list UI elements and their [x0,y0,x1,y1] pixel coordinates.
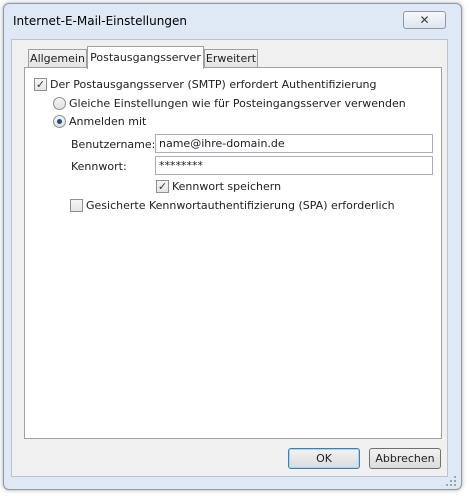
same-settings-label: Gleiche Einstellungen wie für Posteingan… [69,97,406,110]
tab-erweitert[interactable]: Erweitert [204,49,258,68]
spa-label: Gesicherte Kennwortauthentifizierung (SP… [86,199,395,212]
radio-dot-icon [57,119,62,124]
password-field[interactable]: ******** [155,156,433,175]
close-button[interactable]: ✕ [403,11,446,29]
username-label: Benutzername: [71,138,156,151]
password-label: Kennwort: [71,160,127,173]
tab-postausgangsserver[interactable]: Postausgangsserver [87,46,204,69]
ok-button[interactable]: OK [288,448,360,469]
smtp-auth-checkbox[interactable]: ✓ [34,78,47,91]
same-settings-radio[interactable] [53,97,66,110]
cancel-button[interactable]: Abbrechen [369,448,441,469]
checkmark-icon: ✓ [35,78,46,91]
smtp-auth-label: Der Postausgangsserver (SMTP) erfordert … [50,78,377,91]
tab-allgemein[interactable]: Allgemein [28,49,87,68]
username-field[interactable]: name@ihre-domain.de [155,134,433,153]
save-password-checkbox[interactable]: ✓ [156,180,169,193]
save-password-label: Kennwort speichern [172,180,282,193]
spa-checkbox[interactable] [70,199,83,212]
login-with-radio[interactable] [53,115,66,128]
checkmark-icon: ✓ [157,180,168,193]
close-icon: ✕ [419,13,430,27]
dialog-title: Internet-E-Mail-Einstellungen [13,14,187,28]
login-with-label: Anmelden mit [69,115,147,128]
resize-grip-icon[interactable] [446,476,456,486]
